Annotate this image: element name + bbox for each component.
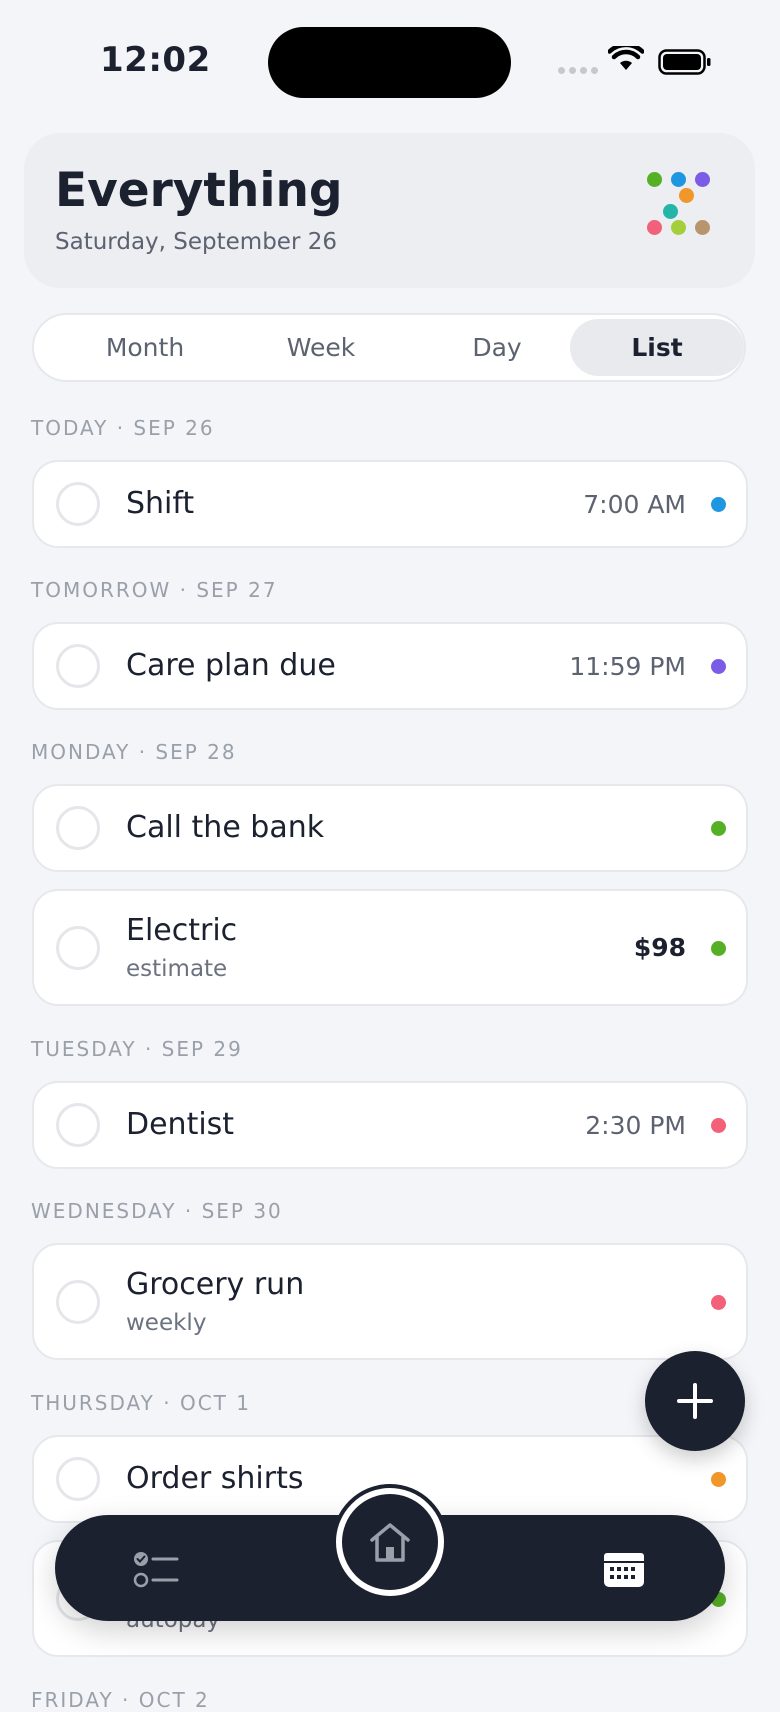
tab-list[interactable]: List (570, 319, 744, 376)
add-button[interactable] (645, 1351, 745, 1451)
task-card[interactable]: Shift 7:00 AM (32, 460, 748, 548)
current-date: Saturday, September 26 (55, 229, 337, 255)
tab-month[interactable]: Month (58, 319, 232, 376)
complete-checkbox[interactable] (56, 806, 100, 850)
cellular-signal-icon (558, 67, 598, 74)
view-switcher: Month Week Day List (32, 313, 746, 382)
home-icon (370, 1523, 410, 1562)
logo-dot (695, 172, 710, 187)
category-dot (711, 1472, 726, 1487)
task-title: Call the bank (126, 810, 325, 845)
day-header: TODAY · SEP 26 (31, 416, 215, 440)
status-time: 12:02 (100, 40, 211, 80)
task-time: 7:00 AM (583, 490, 686, 519)
logo-dot (679, 188, 694, 203)
task-subtitle: estimate (126, 956, 228, 982)
task-title: Care plan due (126, 648, 336, 683)
task-card[interactable]: Care plan due 11:59 PM (32, 622, 748, 710)
category-dot (711, 941, 726, 956)
task-time: 2:30 PM (585, 1111, 686, 1140)
task-card[interactable]: Electric estimate $98 (32, 889, 748, 1006)
task-title: Order shirts (126, 1461, 304, 1496)
status-bar: 12:02 (0, 0, 780, 120)
task-card[interactable]: Dentist 2:30 PM (32, 1081, 748, 1169)
category-dot (711, 1295, 726, 1310)
checklist-icon[interactable] (133, 1549, 179, 1591)
category-dot (711, 821, 726, 836)
dynamic-island (268, 27, 511, 98)
complete-checkbox[interactable] (56, 482, 100, 526)
app-logo-icon[interactable] (644, 169, 734, 249)
task-time: 11:59 PM (569, 652, 686, 681)
day-header: TOMORROW · SEP 27 (31, 578, 278, 602)
task-title: Electric (126, 913, 238, 948)
plus-icon (677, 1383, 713, 1419)
category-dot (711, 1118, 726, 1133)
day-header: FRIDAY · OCT 2 (31, 1688, 210, 1712)
battery-icon (658, 49, 711, 75)
day-header: WEDNESDAY · SEP 30 (31, 1199, 283, 1223)
tab-day[interactable]: Day (410, 319, 584, 376)
day-header: THURSDAY · OCT 1 (31, 1391, 251, 1415)
calendar-icon[interactable] (603, 1549, 645, 1589)
logo-dot (647, 220, 662, 235)
complete-checkbox[interactable] (56, 1103, 100, 1147)
task-card[interactable]: Call the bank (32, 784, 748, 872)
tab-week[interactable]: Week (234, 319, 408, 376)
category-dot (711, 659, 726, 674)
day-header: MONDAY · SEP 28 (31, 740, 237, 764)
complete-checkbox[interactable] (56, 1457, 100, 1501)
logo-dot (695, 220, 710, 235)
logo-dot (671, 220, 686, 235)
task-title: Shift (126, 486, 195, 521)
task-title: Dentist (126, 1107, 235, 1142)
task-title: Grocery run (126, 1267, 305, 1302)
logo-dot (647, 172, 662, 187)
home-button[interactable] (336, 1488, 444, 1596)
task-subtitle: weekly (126, 1310, 207, 1336)
logo-dot (671, 172, 686, 187)
task-amount: $98 (633, 933, 686, 962)
task-card[interactable]: Grocery run weekly (32, 1243, 748, 1360)
page-title: Everything (55, 163, 343, 218)
day-header: TUESDAY · SEP 29 (31, 1037, 243, 1061)
category-dot (711, 497, 726, 512)
complete-checkbox[interactable] (56, 1280, 100, 1324)
complete-checkbox[interactable] (56, 926, 100, 970)
logo-dot (663, 204, 678, 219)
wifi-icon (608, 46, 644, 70)
header-card: Everything Saturday, September 26 (24, 133, 755, 288)
complete-checkbox[interactable] (56, 644, 100, 688)
